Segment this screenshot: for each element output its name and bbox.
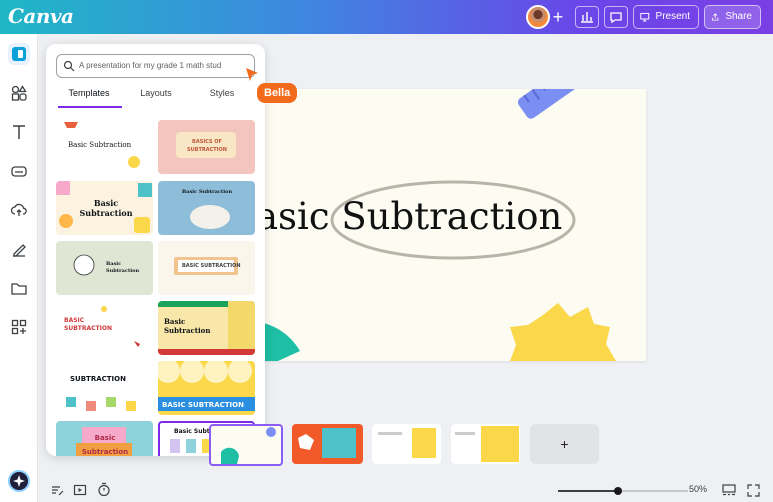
tab-templates[interactable]: Templates: [68, 88, 110, 98]
user-avatar[interactable]: [526, 5, 550, 29]
magic-search-icon: [63, 60, 75, 72]
template-card[interactable]: Basic Subtraction: [56, 421, 153, 456]
elements-icon[interactable]: [10, 84, 28, 102]
share-label: Share: [725, 11, 752, 22]
template-card[interactable]: BASIC SUBTRACTION: [158, 361, 255, 415]
template-card[interactable]: BASIC SUBTRACTION: [56, 301, 153, 355]
template-card[interactable]: BASICS OF SUBTRACTION: [158, 120, 255, 174]
page-thumbnail-2[interactable]: [292, 424, 363, 464]
canva-logo[interactable]: Canva: [8, 4, 74, 28]
collaborator-cursor-icon: [246, 68, 258, 81]
tab-styles[interactable]: Styles: [204, 88, 240, 98]
page-thumbnail-4[interactable]: [451, 424, 520, 464]
active-tab-indicator: [58, 106, 122, 108]
fullscreen-icon[interactable]: [747, 484, 760, 497]
bottom-bar: 50%: [38, 478, 773, 502]
add-page-button[interactable]: +: [530, 424, 599, 464]
slide-title[interactable]: asic Subtraction: [256, 195, 562, 238]
timer-icon[interactable]: [97, 482, 111, 497]
bar-chart-icon[interactable]: [575, 6, 599, 28]
comment-icon[interactable]: [604, 6, 628, 28]
grid-view-icon[interactable]: [722, 484, 736, 497]
top-bar: Canva + Present Share: [0, 0, 773, 34]
projects-icon[interactable]: [10, 279, 28, 297]
search-placeholder: A presentation for my grade 1 math stud: [79, 61, 222, 70]
slide-canvas[interactable]: asic Subtraction: [248, 89, 646, 361]
template-card[interactable]: Basic Subtraction: [56, 181, 153, 235]
template-card[interactable]: Basic Subtraction: [158, 181, 255, 235]
apps-icon[interactable]: [10, 318, 28, 336]
collaborator-label: Bella: [257, 83, 298, 103]
tab-layouts[interactable]: Layouts: [134, 88, 178, 98]
left-rail: [0, 34, 38, 502]
template-card[interactable]: BASIC SUBTRACTION: [158, 241, 255, 295]
page-thumbnail-1[interactable]: [209, 424, 283, 466]
template-card[interactable]: Basic Subtraction: [56, 241, 153, 295]
present-icon: [640, 12, 650, 22]
zoom-value[interactable]: 50%: [689, 484, 707, 494]
play-icon[interactable]: [73, 483, 87, 497]
plus-icon[interactable]: +: [548, 6, 568, 28]
share-button[interactable]: Share: [704, 5, 761, 29]
page-thumbnail-3[interactable]: [372, 424, 441, 464]
present-label: Present: [655, 11, 690, 22]
templates-panel: A presentation for my grade 1 math stud …: [46, 44, 265, 456]
notes-icon[interactable]: [50, 483, 64, 497]
zoom-slider-handle[interactable]: [614, 487, 622, 495]
magic-assistant-icon[interactable]: [8, 470, 30, 492]
template-card[interactable]: Basic Subtraction: [56, 120, 153, 174]
draw-icon[interactable]: [10, 240, 28, 258]
magic-search-input[interactable]: A presentation for my grade 1 math stud: [56, 54, 255, 78]
design-icon[interactable]: [10, 45, 28, 63]
brand-icon[interactable]: [10, 162, 28, 180]
panel-tabs: Templates Layouts Styles: [46, 86, 265, 108]
uploads-icon[interactable]: [10, 201, 28, 219]
text-icon[interactable]: [10, 123, 28, 141]
share-icon: [711, 13, 719, 21]
present-button[interactable]: Present: [633, 5, 699, 29]
zoom-slider-fill: [558, 490, 616, 492]
template-card[interactable]: SUBTRACTION: [56, 361, 153, 415]
template-card[interactable]: Basic Subtraction: [158, 301, 255, 355]
